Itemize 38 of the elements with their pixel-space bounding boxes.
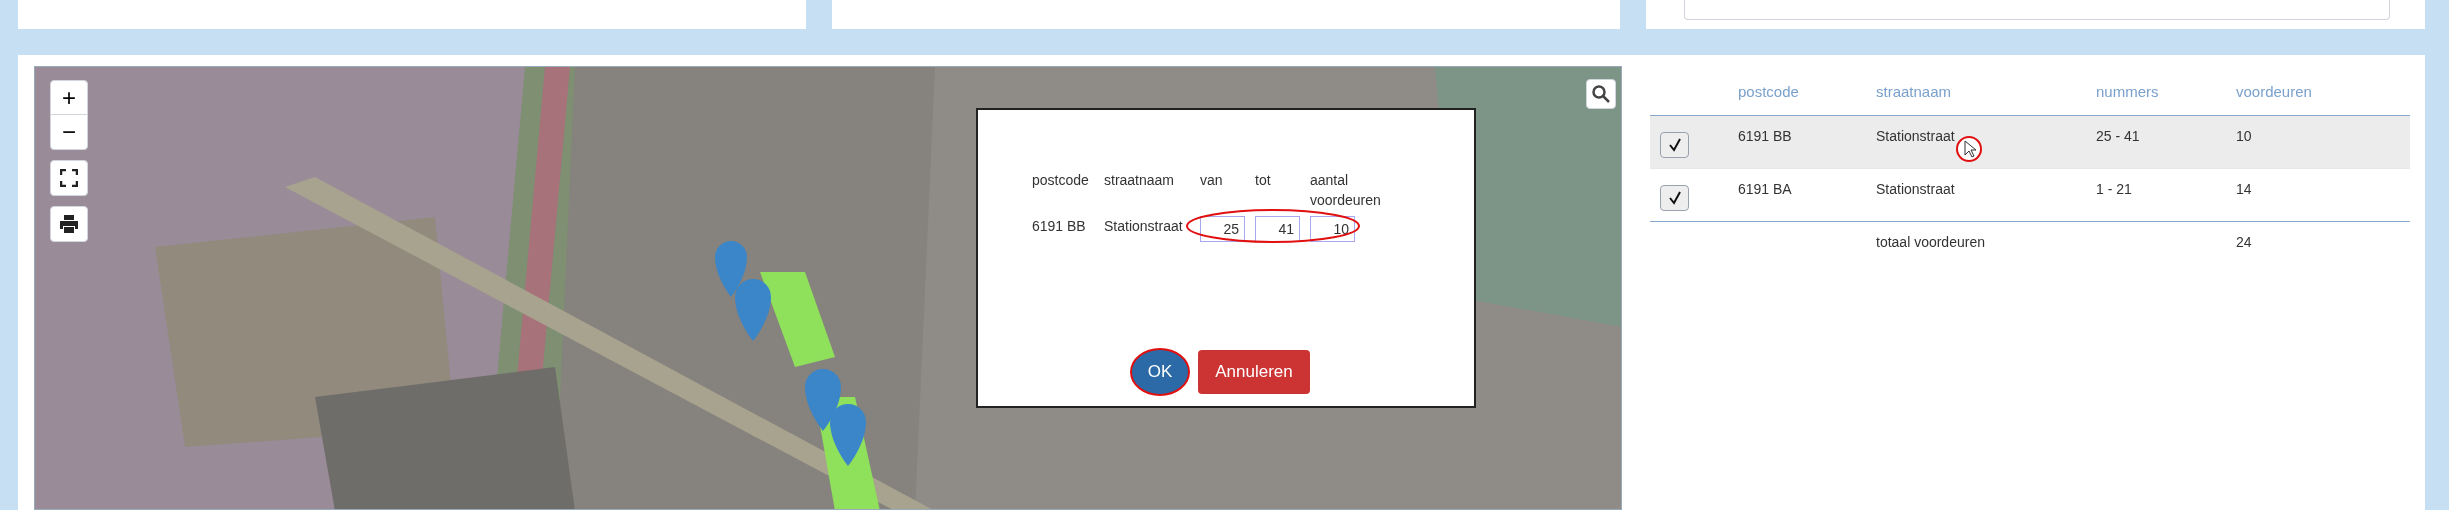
cancel-button[interactable]: Annuleren	[1198, 350, 1310, 394]
checkmark-icon	[1667, 138, 1682, 152]
column-header: tot	[1255, 171, 1272, 190]
table-cell: 10	[2236, 128, 2252, 144]
total-label: totaal voordeuren	[1876, 234, 1985, 250]
column-header: van	[1200, 171, 1224, 190]
map[interactable]: + − postcode straatnaam van tot aantal voordeuren 6191 BB Stationstraat 25 41 10 OK Annuleren	[34, 66, 1622, 510]
input-field[interactable]	[1684, 0, 2390, 20]
table-cell: 6191 BA	[1738, 181, 1792, 197]
table-cell: 1 - 21	[2096, 181, 2132, 197]
zoom-in-button[interactable]: +	[51, 81, 87, 115]
column-header: aantal voordeuren	[1310, 171, 1382, 210]
table-cell: 25 - 41	[2096, 128, 2140, 144]
checkbox[interactable]	[1660, 132, 1689, 158]
table-cell: 14	[2236, 181, 2252, 197]
checkbox[interactable]	[1660, 185, 1689, 211]
tot-field[interactable]: 41	[1255, 216, 1300, 242]
checkmark-icon	[1667, 191, 1682, 205]
print-button[interactable]	[50, 206, 88, 242]
search-icon	[1592, 85, 1610, 103]
fullscreen-button[interactable]	[50, 160, 88, 196]
fullscreen-icon	[60, 169, 78, 187]
dialog-cell-text: Stationstraat	[1104, 217, 1184, 236]
dialog-cell-text: 6191 BB	[1032, 217, 1087, 236]
print-icon	[59, 215, 79, 233]
table-cell: 6191 BB	[1738, 128, 1792, 144]
cursor-icon	[1956, 136, 1982, 162]
aantal-field[interactable]: 10	[1310, 216, 1355, 242]
table-cell: Stationstraat	[1876, 181, 1955, 197]
van-field[interactable]: 25	[1200, 216, 1245, 242]
column-header: postcode	[1032, 171, 1090, 190]
total-value: 24	[2236, 234, 2252, 250]
search-button[interactable]	[1586, 79, 1616, 109]
zoom-out-button[interactable]: −	[51, 115, 87, 149]
ok-button[interactable]: OK	[1132, 350, 1188, 394]
table-row[interactable]: 6191 BB Stationstraat 25 - 41 10	[1650, 116, 2410, 169]
column-header: straatnaam	[1104, 171, 1176, 190]
table-cell: Stationstraat	[1876, 128, 1955, 144]
